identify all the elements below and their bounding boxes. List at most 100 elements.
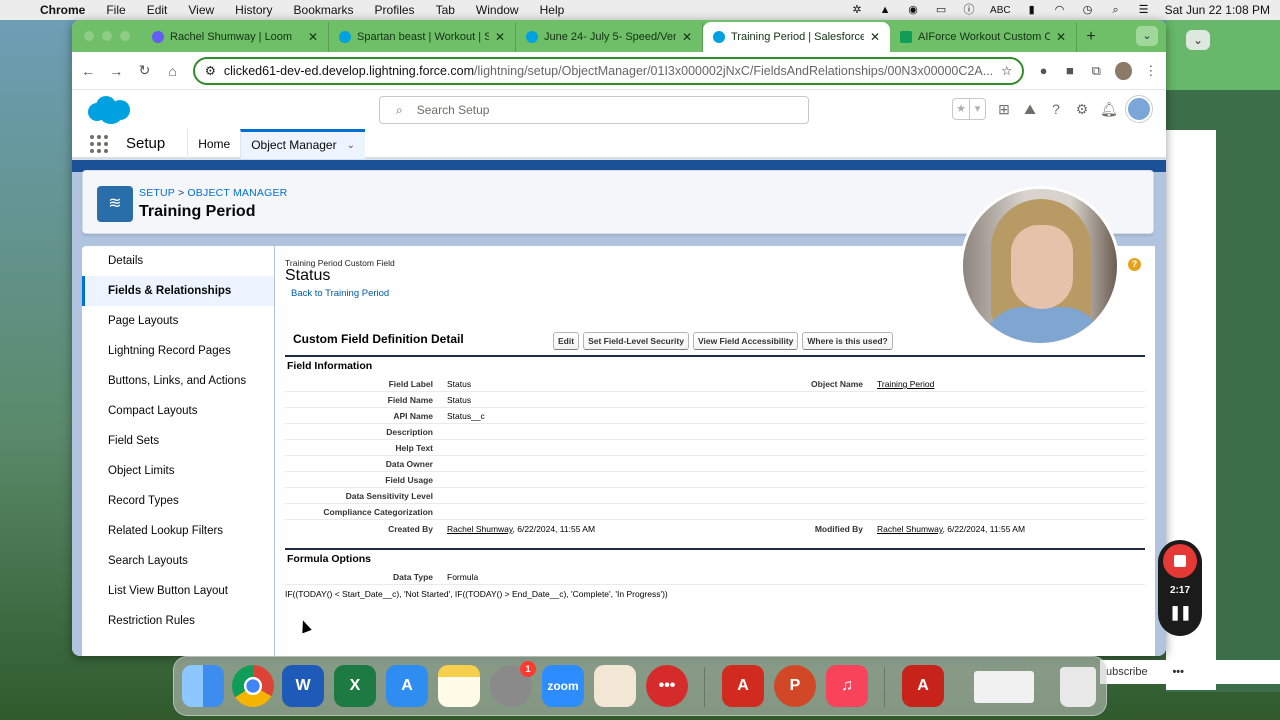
nav-object-manager[interactable]: Object Manager ⌄ bbox=[240, 128, 365, 159]
close-tab-icon[interactable]: ✕ bbox=[1056, 30, 1066, 44]
setup-gear-icon[interactable]: ⚙ bbox=[1074, 101, 1090, 117]
stop-recording-button[interactable] bbox=[1163, 544, 1197, 578]
nav-home[interactable]: Home bbox=[187, 128, 240, 159]
powerpoint-icon[interactable]: P bbox=[774, 665, 816, 707]
menu-edit[interactable]: Edit bbox=[147, 3, 168, 17]
puzzle-icon[interactable]: ⧉ bbox=[1089, 63, 1103, 79]
word-icon[interactable]: W bbox=[282, 665, 324, 707]
webcam-bubble[interactable] bbox=[960, 186, 1120, 346]
info-icon[interactable]: ⓘ bbox=[962, 4, 976, 16]
kebab-menu-icon[interactable]: ⋮ bbox=[1144, 63, 1158, 79]
profile-avatar[interactable] bbox=[1115, 61, 1132, 80]
where-is-this-used-button[interactable]: Where is this used? bbox=[802, 332, 893, 350]
close-tab-icon[interactable]: ✕ bbox=[682, 30, 692, 44]
chevron-down-icon[interactable]: ⌄ bbox=[347, 140, 355, 151]
value-object-name-link[interactable]: Training Period bbox=[877, 379, 934, 389]
breadcrumb-setup[interactable]: SETUP bbox=[139, 187, 175, 199]
close-tab-icon[interactable]: ✕ bbox=[870, 30, 880, 44]
notifications-bell-icon[interactable]: 🔔︎ bbox=[1100, 101, 1118, 117]
chrome-icon[interactable] bbox=[232, 665, 274, 707]
reload-icon[interactable]: ↻ bbox=[136, 62, 152, 79]
salesforce-logo[interactable] bbox=[86, 95, 132, 125]
menu-help[interactable]: Help bbox=[540, 3, 565, 17]
sidebar-item-restriction-rules[interactable]: Restriction Rules bbox=[82, 606, 274, 636]
help-icon[interactable]: ? bbox=[1048, 101, 1064, 117]
browser-tab-spartan[interactable]: Spartan beast | Workout | Sa ✕ bbox=[329, 22, 516, 52]
control-center-icon[interactable]: ☰ bbox=[1137, 4, 1151, 16]
address-bar[interactable]: ⚙ clicked61-dev-ed.develop.lightning.for… bbox=[192, 56, 1025, 85]
breadcrumb-object-manager[interactable]: OBJECT MANAGER bbox=[187, 187, 287, 199]
created-by-user-link[interactable]: Rachel Shumway bbox=[447, 524, 513, 534]
user-avatar[interactable] bbox=[1126, 96, 1152, 122]
minimize-window-icon[interactable] bbox=[102, 31, 112, 41]
music-icon[interactable]: ♫ bbox=[826, 665, 868, 707]
battery-icon[interactable]: ▮ bbox=[1025, 4, 1039, 16]
keyboard-icon[interactable]: ▭ bbox=[934, 4, 948, 16]
dots-app-icon[interactable]: ••• bbox=[646, 665, 688, 707]
pause-icon[interactable]: ❚❚ bbox=[1158, 604, 1202, 621]
sidebar-item-page-layouts[interactable]: Page Layouts bbox=[82, 306, 274, 336]
edit-button[interactable]: Edit bbox=[553, 332, 580, 350]
global-actions-plus-icon[interactable]: ⊞ bbox=[996, 101, 1012, 117]
close-tab-icon[interactable]: ✕ bbox=[308, 30, 318, 44]
sidebar-item-field-sets[interactable]: Field Sets bbox=[82, 426, 274, 456]
bowl-app-icon[interactable] bbox=[594, 665, 636, 707]
excel-icon[interactable]: X bbox=[334, 665, 376, 707]
trailhead-icon[interactable]: ⛰ bbox=[1022, 101, 1038, 117]
sidebar-item-related-lookup-filters[interactable]: Related Lookup Filters bbox=[82, 516, 274, 546]
input-source-label[interactable]: ABC bbox=[990, 5, 1011, 16]
sidebar-item-lightning-record-pages[interactable]: Lightning Record Pages bbox=[82, 336, 274, 366]
minimized-window-thumbnail[interactable] bbox=[974, 671, 1034, 703]
triangle-status-icon[interactable]: ▲ bbox=[878, 4, 892, 16]
sidebar-item-list-view-button-layout[interactable]: List View Button Layout bbox=[82, 576, 274, 606]
site-info-icon[interactable]: ⚙ bbox=[205, 63, 216, 78]
tab-search-chevron-icon[interactable]: ⌄ bbox=[1136, 26, 1158, 46]
back-arrow-icon[interactable]: ← bbox=[80, 63, 96, 79]
menu-app-name[interactable]: Chrome bbox=[40, 3, 85, 17]
finder-icon[interactable] bbox=[182, 665, 224, 707]
badge-status-icon[interactable]: ◉ bbox=[906, 4, 920, 16]
favorite-star-icon[interactable]: ★ bbox=[953, 99, 969, 119]
app-store-icon[interactable]: A bbox=[386, 665, 428, 707]
modified-by-user-link[interactable]: Rachel Shumway bbox=[877, 524, 943, 534]
menubar-clock[interactable]: Sat Jun 22 1:08 PM bbox=[1165, 3, 1270, 17]
menu-window[interactable]: Window bbox=[476, 3, 519, 17]
sidebar-item-details[interactable]: Details bbox=[82, 246, 274, 276]
browser-tab-aiforce[interactable]: AIForce Workout Custom Ob ✕ bbox=[890, 22, 1077, 52]
menu-bookmarks[interactable]: Bookmarks bbox=[294, 3, 354, 17]
back-to-object-link[interactable]: Back to Training Period bbox=[291, 288, 389, 299]
view-field-accessibility-button[interactable]: View Field Accessibility bbox=[692, 332, 799, 350]
app-launcher-icon[interactable] bbox=[90, 134, 108, 153]
sidebar-item-object-limits[interactable]: Object Limits bbox=[82, 456, 274, 486]
system-settings-icon[interactable]: 1 bbox=[490, 661, 536, 707]
sidebar-item-fields-relationships[interactable]: Fields & Relationships bbox=[82, 276, 274, 306]
acrobat-recent-icon[interactable]: A bbox=[902, 665, 944, 707]
sidebar-item-buttons-links-actions[interactable]: Buttons, Links, and Actions bbox=[82, 366, 274, 396]
sidebar-item-record-types[interactable]: Record Types bbox=[82, 486, 274, 516]
menu-tab[interactable]: Tab bbox=[436, 3, 455, 17]
subscribe-text[interactable]: ubscribe bbox=[1106, 660, 1148, 684]
close-tab-icon[interactable]: ✕ bbox=[495, 30, 505, 44]
menu-file[interactable]: File bbox=[106, 3, 125, 17]
home-icon[interactable]: ⌂ bbox=[165, 63, 181, 79]
setup-search-input[interactable]: ⌕ Search Setup bbox=[379, 96, 809, 124]
trash-icon[interactable] bbox=[1060, 667, 1096, 707]
browser-tab-june[interactable]: June 24- July 5- Speed/Vert ✕ bbox=[516, 22, 703, 52]
menu-profiles[interactable]: Profiles bbox=[375, 3, 415, 17]
sidebar-item-search-layouts[interactable]: Search Layouts bbox=[82, 546, 274, 576]
gear-status-icon[interactable]: ✲ bbox=[850, 4, 864, 16]
acrobat-icon[interactable]: A bbox=[722, 665, 764, 707]
microphone-icon[interactable]: ● bbox=[1036, 63, 1050, 79]
wifi-icon[interactable]: ◠ bbox=[1053, 4, 1067, 16]
browser-tab-loom[interactable]: Rachel Shumway | Loom ✕ bbox=[142, 22, 329, 52]
browser-tab-training-period[interactable]: Training Period | Salesforce ✕ bbox=[703, 22, 890, 52]
menu-history[interactable]: History bbox=[235, 3, 272, 17]
menu-view[interactable]: View bbox=[188, 3, 214, 17]
search-icon[interactable]: ⌕ bbox=[1109, 4, 1123, 16]
help-question-icon[interactable]: ? bbox=[1128, 258, 1141, 271]
sidebar-item-compact-layouts[interactable]: Compact Layouts bbox=[82, 396, 274, 426]
close-window-icon[interactable] bbox=[84, 31, 94, 41]
chevron-down-icon[interactable]: ⌄ bbox=[1186, 30, 1210, 50]
new-tab-button[interactable]: + bbox=[1077, 22, 1105, 52]
favorites-dropdown-icon[interactable]: ▾ bbox=[969, 99, 985, 119]
